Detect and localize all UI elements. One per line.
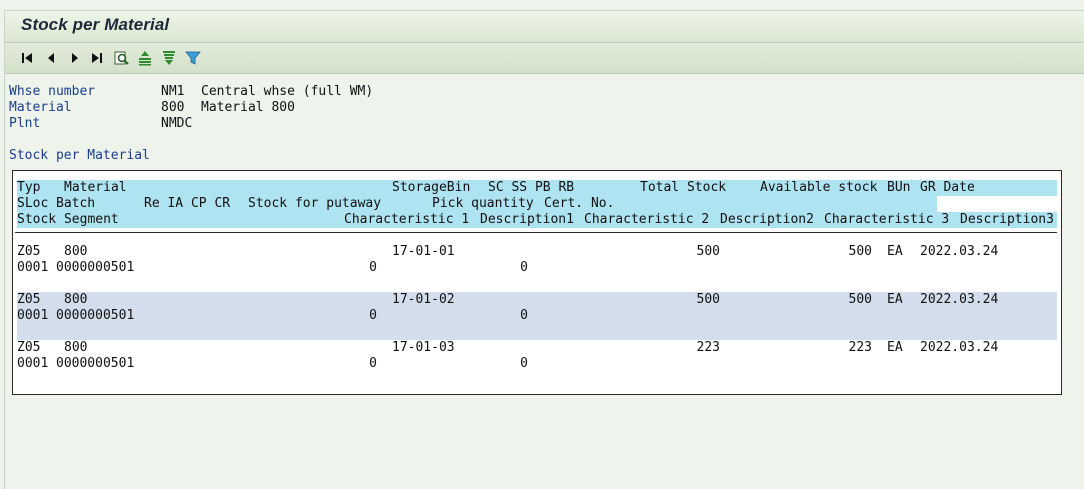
table-row[interactable]: Z05 800 17-01-02 500 500 EA 2022.03.24 bbox=[17, 292, 1057, 308]
col-re-ia-cp-cr: Re IA CP CR bbox=[144, 196, 231, 211]
col-characteristic-1: Characteristic 1 bbox=[344, 212, 470, 227]
cell-material: 800 bbox=[64, 292, 88, 307]
cell-pick-quantity: 0 bbox=[520, 308, 528, 323]
next-page-icon[interactable] bbox=[67, 50, 83, 66]
filter-icon[interactable] bbox=[185, 50, 201, 66]
material-label: Material bbox=[9, 100, 72, 115]
col-gr-date: GR Date bbox=[920, 180, 975, 195]
cell-sloc: 0001 bbox=[17, 260, 49, 275]
cell-available-stock: 223 bbox=[848, 340, 872, 355]
row-spacer bbox=[17, 324, 1057, 340]
cell-gr-date: 2022.03.24 bbox=[920, 340, 999, 355]
table-row[interactable]: 0001 0000000501 0 0 bbox=[17, 356, 1057, 372]
sort-ascending-icon[interactable] bbox=[137, 50, 153, 66]
cell-bun: EA bbox=[887, 340, 903, 355]
cell-typ: Z05 bbox=[17, 340, 41, 355]
header-separator bbox=[15, 232, 1057, 233]
cell-total-stock: 500 bbox=[696, 292, 720, 307]
list-title: Stock per Material bbox=[9, 148, 150, 163]
cell-sloc: 0001 bbox=[17, 356, 49, 371]
whse-description: Central whse (full WM) bbox=[201, 84, 374, 99]
cell-bun: EA bbox=[887, 244, 903, 259]
whse-number-value: NM1 bbox=[161, 84, 185, 99]
cell-stock-for-putaway: 0 bbox=[369, 356, 377, 371]
col-cert-no: Cert. No. bbox=[544, 196, 615, 211]
col-batch: Batch bbox=[56, 196, 96, 211]
header-row-2: SLoc Batch Re IA CP CR Stock for putaway… bbox=[17, 196, 937, 212]
col-characteristic-3: Characteristic 3 bbox=[824, 212, 950, 227]
cell-available-stock: 500 bbox=[848, 244, 872, 259]
table-row[interactable]: 0001 0000000501 0 0 bbox=[17, 308, 1057, 324]
col-description-1: Description1 bbox=[480, 212, 574, 227]
material-value: 800 bbox=[161, 100, 185, 115]
col-description-3: Description3 bbox=[960, 212, 1054, 227]
plant-label: Plnt bbox=[9, 116, 41, 131]
plant-value: NMDC bbox=[161, 116, 193, 131]
cell-pick-quantity: 0 bbox=[520, 260, 528, 275]
col-available-stock: Available stock bbox=[760, 180, 878, 195]
cell-material: 800 bbox=[64, 340, 88, 355]
cell-total-stock: 500 bbox=[696, 244, 720, 259]
col-stock-for-putaway: Stock for putaway bbox=[248, 196, 382, 211]
cell-storage-bin: 17-01-02 bbox=[392, 292, 455, 307]
cell-pick-quantity: 0 bbox=[520, 356, 528, 371]
cell-typ: Z05 bbox=[17, 244, 41, 259]
cell-stock-for-putaway: 0 bbox=[369, 260, 377, 275]
cell-batch: 0000000501 bbox=[56, 260, 135, 275]
col-total-stock: Total Stock bbox=[640, 180, 727, 195]
title-bar: Stock per Material bbox=[5, 11, 1084, 43]
header-row-1: Typ Material StorageBin SC SS PB RB Tota… bbox=[17, 180, 1057, 196]
cell-total-stock: 223 bbox=[696, 340, 720, 355]
cell-storage-bin: 17-01-01 bbox=[392, 244, 455, 259]
cell-gr-date: 2022.03.24 bbox=[920, 244, 999, 259]
material-description: Material 800 bbox=[201, 100, 295, 115]
first-page-icon[interactable] bbox=[19, 50, 35, 66]
col-storage-bin: StorageBin bbox=[392, 180, 471, 195]
header-row-3: Stock Segment Characteristic 1 Descripti… bbox=[17, 212, 1057, 228]
sort-descending-icon[interactable] bbox=[161, 50, 177, 66]
cell-sloc: 0001 bbox=[17, 308, 49, 323]
stock-list: Typ Material StorageBin SC SS PB RB Tota… bbox=[12, 170, 1062, 395]
whse-number-label: Whse number bbox=[9, 84, 96, 99]
cell-batch: 0000000501 bbox=[56, 308, 135, 323]
previous-page-icon[interactable] bbox=[43, 50, 59, 66]
cell-gr-date: 2022.03.24 bbox=[920, 292, 999, 307]
page-title: Stock per Material bbox=[21, 15, 170, 34]
cell-batch: 0000000501 bbox=[56, 356, 135, 371]
cell-storage-bin: 17-01-03 bbox=[392, 340, 455, 355]
col-pick-quantity: Pick quantity bbox=[432, 196, 534, 211]
toolbar bbox=[5, 43, 1084, 74]
details-icon[interactable] bbox=[113, 50, 129, 66]
cell-bun: EA bbox=[887, 292, 903, 307]
col-sloc: SLoc bbox=[17, 196, 49, 211]
table-row[interactable]: Z05 800 17-01-03 223 223 EA 2022.03.24 bbox=[17, 340, 1057, 356]
table-row[interactable]: 0001 0000000501 0 0 bbox=[17, 260, 1057, 276]
last-page-icon[interactable] bbox=[89, 50, 105, 66]
col-material: Material bbox=[64, 180, 127, 195]
col-bun: BUn bbox=[887, 180, 911, 195]
cell-typ: Z05 bbox=[17, 292, 41, 307]
col-stock-segment: Stock Segment bbox=[17, 212, 119, 227]
col-characteristic-2: Characteristic 2 bbox=[584, 212, 710, 227]
cell-available-stock: 500 bbox=[848, 292, 872, 307]
col-description-2: Description2 bbox=[720, 212, 814, 227]
cell-stock-for-putaway: 0 bbox=[369, 308, 377, 323]
col-sc-ss-pb-rb: SC SS PB RB bbox=[488, 180, 575, 195]
col-typ: Typ bbox=[17, 180, 41, 195]
cell-material: 800 bbox=[64, 244, 88, 259]
table-row[interactable]: Z05 800 17-01-01 500 500 EA 2022.03.24 bbox=[17, 244, 1057, 260]
